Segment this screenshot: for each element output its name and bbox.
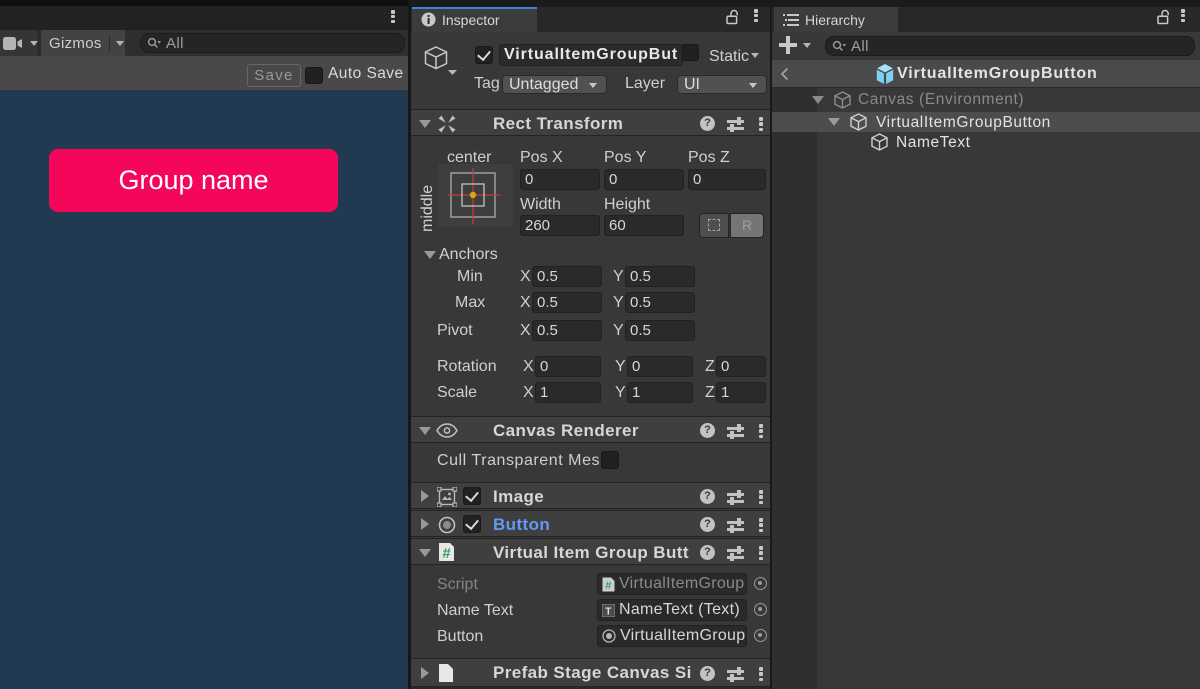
- svg-text:#: #: [605, 580, 611, 592]
- svg-text:#: #: [442, 545, 451, 562]
- svg-text:T: T: [605, 606, 611, 617]
